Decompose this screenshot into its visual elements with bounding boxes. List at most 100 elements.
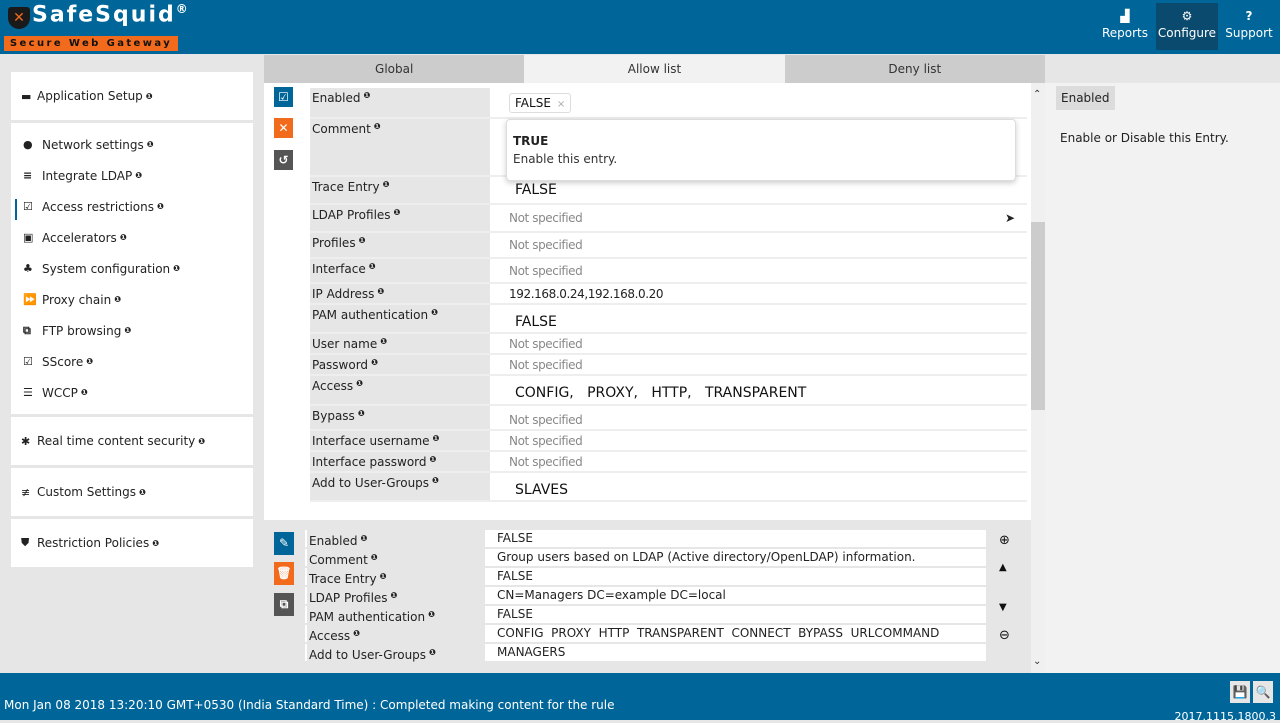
info-icon[interactable]: ❶ bbox=[361, 534, 368, 543]
scroll-up-icon[interactable]: ⌃ bbox=[1033, 89, 1041, 100]
info-icon[interactable]: ❶ bbox=[371, 358, 378, 367]
tab-deny-list[interactable]: Deny list bbox=[784, 55, 1045, 83]
list-item-label: PAM authentication bbox=[309, 610, 426, 624]
tab-allow-list[interactable]: Allow list bbox=[524, 55, 785, 83]
access-value[interactable]: CONFIG, PROXY, HTTP, TRANSPARENT bbox=[490, 376, 1027, 404]
sidebar-item-sscore[interactable]: ☑ SScore ❶ bbox=[11, 346, 253, 377]
delete-entry-button[interactable]: 🗑 bbox=[274, 562, 294, 585]
sidebar-custom-settings[interactable]: ≢ Custom Settings ❶ bbox=[11, 468, 253, 516]
info-icon[interactable]: ❶ bbox=[430, 455, 437, 464]
info-icon[interactable]: ❶ bbox=[157, 202, 164, 211]
info-icon[interactable]: ❶ bbox=[394, 208, 401, 217]
nav-reports[interactable]: ▟ Reports bbox=[1094, 3, 1156, 50]
copy-entry-button[interactable]: ⧉ bbox=[274, 593, 294, 616]
field-ip-address: IP Address ❶ 192.168.0.24,192.168.0.20 bbox=[310, 284, 1027, 305]
info-icon[interactable]: ❶ bbox=[380, 572, 387, 581]
user-name-input[interactable]: Not specified bbox=[490, 334, 1027, 353]
move-down-button[interactable]: ▼ bbox=[999, 602, 1007, 613]
info-icon[interactable]: ❶ bbox=[433, 434, 440, 443]
sidebar-restriction-policies[interactable]: ⛊ Restriction Policies ❶ bbox=[11, 519, 253, 567]
info-icon[interactable]: ❶ bbox=[81, 388, 88, 397]
info-icon[interactable]: ❶ bbox=[431, 308, 438, 317]
edit-entry-button[interactable]: ✎ bbox=[274, 532, 294, 555]
arrow-circle-down-icon: ⊖ bbox=[999, 628, 1010, 643]
info-icon[interactable]: ❶ bbox=[380, 337, 387, 346]
safesquid-logo[interactable]: ✕ SafeSquid® Secure Web Gateway bbox=[4, 2, 188, 51]
move-to-top-button[interactable]: ⊕ bbox=[999, 533, 1010, 548]
list-item-value: CONFIG PROXY HTTP TRANSPARENT CONNECT BY… bbox=[497, 626, 940, 640]
save-entry-button[interactable]: ☑ bbox=[274, 87, 293, 107]
info-icon[interactable]: ❶ bbox=[198, 437, 205, 446]
info-icon[interactable]: ❶ bbox=[114, 295, 121, 304]
info-icon[interactable]: ❶ bbox=[429, 648, 436, 657]
info-icon[interactable]: ❶ bbox=[369, 262, 376, 271]
info-icon[interactable]: ❶ bbox=[124, 326, 131, 335]
ldap-profiles-input[interactable]: Not specified bbox=[490, 205, 1027, 231]
interface-username-input[interactable]: Not specified bbox=[490, 431, 1027, 450]
sidebar-item-system-configuration[interactable]: ♣ System configuration ❶ bbox=[11, 253, 253, 284]
info-icon[interactable]: ❶ bbox=[391, 591, 398, 600]
pam-authentication-value[interactable]: FALSE bbox=[490, 305, 1027, 332]
remove-tag-icon[interactable]: × bbox=[557, 99, 565, 110]
interface-input[interactable]: Not specified bbox=[490, 259, 1027, 282]
sidebar-real-time-content-security[interactable]: ✱ Real time content security ❶ bbox=[11, 417, 253, 465]
cancel-entry-button[interactable]: ✕ bbox=[274, 118, 293, 138]
arrow-circle-up-icon: ⊕ bbox=[999, 533, 1010, 548]
sidebar-item-wccp[interactable]: ☰ WCCP ❶ bbox=[11, 377, 253, 408]
reset-entry-button[interactable]: ↺ bbox=[274, 150, 293, 170]
save-config-button[interactable]: 💾 bbox=[1230, 681, 1250, 703]
bypass-input[interactable]: Not specified bbox=[490, 406, 1027, 429]
info-icon[interactable]: ❶ bbox=[139, 488, 146, 497]
info-icon[interactable]: ❶ bbox=[358, 409, 365, 418]
profiles-input[interactable]: Not specified bbox=[490, 233, 1027, 257]
move-to-bottom-button[interactable]: ⊖ bbox=[999, 628, 1010, 643]
info-icon[interactable]: ❶ bbox=[377, 287, 384, 296]
info-icon[interactable]: ❶ bbox=[353, 629, 360, 638]
nav-support[interactable]: ? Support bbox=[1218, 3, 1280, 50]
sidebar-item-access-restrictions[interactable]: ☑ Access restrictions ❶ bbox=[11, 191, 253, 222]
enabled-dropdown-option[interactable]: TRUE Enable this entry. bbox=[506, 119, 1016, 181]
edit-icon: ✎ bbox=[278, 536, 290, 550]
move-up-button[interactable]: ▲ bbox=[999, 562, 1007, 573]
sidebar-item-integrate-ldap[interactable]: ≡ Integrate LDAP ❶ bbox=[11, 160, 253, 191]
sidebar-item-accelerators[interactable]: ▣ Accelerators ❶ bbox=[11, 222, 253, 253]
sidebar-item-network-settings[interactable]: ● Network settings ❶ bbox=[11, 129, 253, 160]
info-icon[interactable]: ❶ bbox=[432, 476, 439, 485]
list-tabs: Global Allow list Deny list bbox=[264, 55, 1045, 83]
field-label: Enabled bbox=[312, 91, 361, 105]
sidebar-block-app-setup: ▬ Application Setup ❶ bbox=[11, 72, 253, 120]
info-icon[interactable]: ❶ bbox=[146, 92, 153, 101]
info-icon[interactable]: ❶ bbox=[135, 171, 142, 180]
user-groups-value[interactable]: SLAVES bbox=[490, 473, 1027, 500]
sidebar-application-setup[interactable]: ▬ Application Setup ❶ bbox=[11, 72, 253, 120]
list-item-label: Enabled bbox=[309, 534, 358, 548]
info-icon[interactable]: ❶ bbox=[374, 122, 381, 131]
info-icon[interactable]: ❶ bbox=[371, 553, 378, 562]
ip-address-input[interactable]: 192.168.0.24,192.168.0.20 bbox=[490, 284, 1027, 303]
info-icon[interactable]: ❶ bbox=[428, 610, 435, 619]
list-item-value: FALSE bbox=[497, 569, 533, 583]
password-input[interactable]: Not specified bbox=[490, 355, 1027, 374]
search-button[interactable]: 🔍 bbox=[1253, 681, 1273, 703]
editor-scrollbar-thumb[interactable] bbox=[1031, 222, 1045, 410]
enabled-select[interactable]: FALSE × bbox=[490, 88, 1027, 117]
info-icon[interactable]: ❶ bbox=[173, 264, 180, 273]
info-icon[interactable]: ❶ bbox=[356, 379, 363, 388]
checkbox-icon: ☑ bbox=[23, 200, 33, 213]
info-icon[interactable]: ❶ bbox=[120, 233, 127, 242]
info-icon[interactable]: ❶ bbox=[364, 91, 371, 100]
sidebar-item-proxy-chain[interactable]: ⏩ Proxy chain ❶ bbox=[11, 284, 253, 315]
info-icon[interactable]: ❶ bbox=[383, 180, 390, 189]
info-icon[interactable]: ❶ bbox=[359, 236, 366, 245]
nav-configure[interactable]: ⚙ Configure bbox=[1156, 3, 1218, 50]
tab-global[interactable]: Global bbox=[264, 55, 525, 83]
scroll-down-icon[interactable]: ⌄ bbox=[1033, 656, 1041, 667]
info-icon[interactable]: ❶ bbox=[152, 539, 159, 548]
info-icon[interactable]: ❶ bbox=[147, 140, 154, 149]
sidebar-item-ftp-browsing[interactable]: ⧉ FTP browsing ❶ bbox=[11, 315, 253, 346]
send-icon[interactable]: ➤ bbox=[1005, 211, 1015, 225]
search-icon: 🔍 bbox=[1255, 685, 1271, 699]
info-icon[interactable]: ❶ bbox=[86, 357, 93, 366]
field-interface-password: Interface password ❶ Not specified bbox=[310, 452, 1027, 473]
interface-password-input[interactable]: Not specified bbox=[490, 452, 1027, 471]
